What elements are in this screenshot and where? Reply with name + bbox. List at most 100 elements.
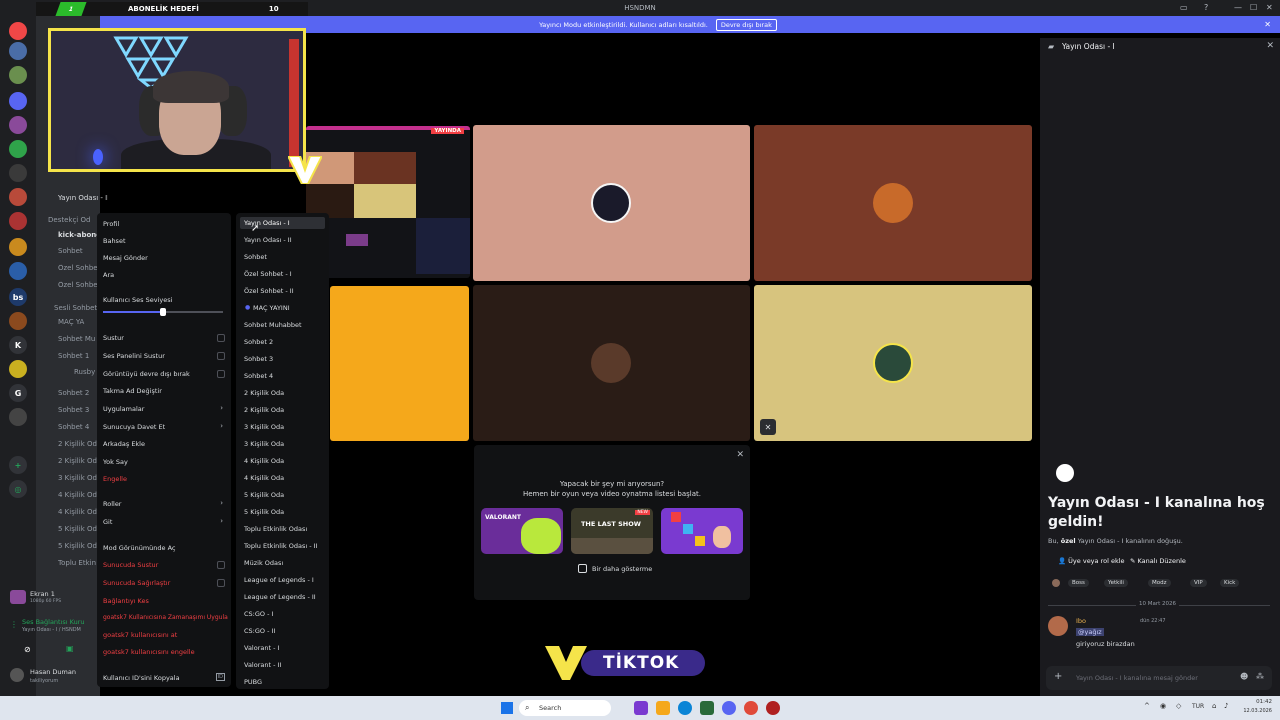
volume-icon[interactable]: ♪ bbox=[1224, 702, 1228, 710]
menu-message[interactable]: Mesaj Gönder bbox=[103, 254, 148, 262]
server-icon[interactable]: K bbox=[9, 336, 27, 354]
move-item[interactable]: Sohbet 2 bbox=[244, 338, 273, 346]
network-icon[interactable]: ⌂ bbox=[1212, 702, 1216, 710]
soundboard-checkbox[interactable] bbox=[217, 352, 225, 360]
move-item[interactable]: Valorant - I bbox=[244, 644, 279, 652]
server-icon[interactable]: bs bbox=[9, 288, 27, 306]
tray-app-icon[interactable]: ◉ bbox=[1160, 702, 1166, 710]
move-item[interactable]: 4 Kişilik Oda bbox=[244, 474, 284, 482]
close-icon[interactable]: ✕ bbox=[1266, 41, 1274, 51]
menu-disable-video[interactable]: Görüntüyü devre dışı bırak bbox=[103, 370, 190, 378]
server-icon[interactable] bbox=[9, 212, 27, 230]
add-role-button[interactable]: 👤 Üye veya rol ekle bbox=[1058, 557, 1125, 565]
game-card-blocks[interactable] bbox=[661, 508, 743, 554]
move-item[interactable]: Toplu Etkinlik Odası bbox=[244, 525, 307, 533]
server-icon[interactable] bbox=[9, 312, 27, 330]
move-item[interactable]: Sohbet 3 bbox=[244, 355, 273, 363]
menu-profile[interactable]: Profil bbox=[103, 220, 119, 228]
menu-server-deafen[interactable]: Sunucuda Sağırlaştır bbox=[103, 579, 170, 587]
participant-tile[interactable] bbox=[473, 285, 750, 441]
discover-icon[interactable]: ◎ bbox=[9, 480, 27, 498]
menu-disconnect[interactable]: Bağlantıyı Kes bbox=[103, 597, 149, 605]
close-button[interactable]: ✕ bbox=[1266, 3, 1273, 12]
server-icon[interactable] bbox=[9, 22, 27, 40]
menu-timeout[interactable]: goatsk7 Kullanıcısına Zamanaşımı Uygula bbox=[103, 614, 228, 621]
role-chip[interactable]: VIP bbox=[1190, 579, 1207, 587]
close-icon[interactable]: ✕ bbox=[1264, 20, 1271, 29]
server-deafen-checkbox[interactable] bbox=[217, 579, 225, 587]
menu-nickname[interactable]: Takma Ad Değiştir bbox=[103, 387, 162, 395]
game-card-last-show[interactable]: THE LAST SHOW NEW bbox=[571, 508, 653, 554]
camera-off-icon[interactable]: ⊘ bbox=[24, 645, 31, 654]
minimize-button[interactable]: — bbox=[1234, 3, 1242, 12]
message-input[interactable]: Yayın Odası - I kanalına mesaj gönder bbox=[1076, 674, 1198, 682]
avatar[interactable] bbox=[10, 668, 24, 682]
menu-mention[interactable]: Bahset bbox=[103, 237, 126, 245]
move-item[interactable]: 3 Kişilik Oda bbox=[244, 423, 284, 431]
menu-kick[interactable]: goatsk7 kullanıcısını at bbox=[103, 631, 177, 639]
move-item[interactable]: Özel Sohbet - II bbox=[244, 287, 294, 295]
screen-share-icon[interactable]: ▣ bbox=[66, 644, 74, 653]
chrome-icon[interactable] bbox=[744, 701, 758, 715]
role-chip[interactable]: Boss bbox=[1068, 579, 1089, 587]
move-item[interactable]: Müzik Odası bbox=[244, 559, 283, 567]
server-icon[interactable] bbox=[9, 262, 27, 280]
server-icon[interactable] bbox=[9, 408, 27, 426]
voice-channel-top[interactable]: Yayın Odası - II bbox=[58, 194, 108, 202]
taskbar-app-icon[interactable] bbox=[634, 701, 648, 715]
participant-tile[interactable] bbox=[473, 125, 750, 281]
participant-tile[interactable] bbox=[330, 286, 469, 441]
add-server-icon[interactable]: + bbox=[9, 456, 27, 474]
dont-show-checkbox[interactable] bbox=[578, 564, 587, 573]
menu-ignore[interactable]: Yok Say bbox=[103, 458, 128, 466]
close-icon[interactable]: ✕ bbox=[736, 450, 744, 460]
menu-mute[interactable]: Sustur bbox=[103, 334, 124, 342]
move-item[interactable]: CS:GO - II bbox=[244, 627, 275, 635]
taskbar-search[interactable]: ⌕ Search bbox=[519, 700, 611, 716]
move-item[interactable]: PUBG bbox=[244, 678, 262, 686]
game-card-valorant[interactable]: VALORANT bbox=[481, 508, 563, 554]
discord-icon[interactable] bbox=[722, 701, 736, 715]
message-input-box[interactable]: + Yayın Odası - I kanalına mesaj gönder … bbox=[1046, 666, 1272, 690]
taskbar-app-icon[interactable] bbox=[700, 701, 714, 715]
role-chip[interactable]: Yetkili bbox=[1104, 579, 1128, 587]
move-item[interactable]: Sohbet bbox=[244, 253, 267, 261]
move-item[interactable]: 2 Kişilik Oda bbox=[244, 389, 284, 397]
disable-streamer-mode-button[interactable]: Devre dışı bırak bbox=[715, 18, 777, 31]
move-item[interactable]: League of Legends - II bbox=[244, 593, 316, 601]
server-icon[interactable] bbox=[9, 238, 27, 256]
menu-apps[interactable]: Uygulamalar bbox=[103, 405, 144, 413]
menu-copy-id[interactable]: Kullanıcı ID'sini Kopyala bbox=[103, 674, 180, 682]
menu-mod-view[interactable]: Mod Görünümünde Aç bbox=[103, 544, 176, 552]
mute-checkbox[interactable] bbox=[217, 334, 225, 342]
folder-icon[interactable] bbox=[656, 701, 670, 715]
menu-add-friend[interactable]: Arkadaş Ekle bbox=[103, 440, 145, 448]
menu-server-mute[interactable]: Sunucuda Sustur bbox=[103, 561, 158, 569]
apps-icon[interactable]: ⁂ bbox=[1256, 672, 1264, 681]
stream-preview-tile[interactable]: YAYINDA bbox=[306, 126, 470, 278]
emoji-icon[interactable]: ☻ bbox=[1240, 672, 1248, 681]
chevron-up-icon[interactable]: ^ bbox=[1144, 702, 1150, 710]
move-item[interactable]: 4 Kişilik Oda bbox=[244, 457, 284, 465]
menu-ban[interactable]: goatsk7 kullanıcısını engelle bbox=[103, 648, 195, 656]
move-item[interactable]: 5 Kişilik Oda bbox=[244, 508, 284, 516]
move-item[interactable]: CS:GO - I bbox=[244, 610, 273, 618]
taskbar-app-icon[interactable] bbox=[766, 701, 780, 715]
windows-start-icon[interactable] bbox=[501, 702, 513, 714]
server-icon[interactable] bbox=[9, 164, 27, 182]
participant-tile[interactable] bbox=[754, 125, 1032, 281]
server-icon[interactable] bbox=[9, 360, 27, 378]
language-label[interactable]: TUR bbox=[1192, 703, 1204, 710]
move-item[interactable]: Özel Sohbet - I bbox=[244, 270, 292, 278]
plus-icon[interactable]: + bbox=[1054, 671, 1062, 682]
menu-invite[interactable]: Sunucuya Davet Et bbox=[103, 423, 165, 431]
server-icon[interactable]: G bbox=[9, 384, 27, 402]
move-item[interactable]: 2 Kişilik Oda bbox=[244, 406, 284, 414]
edit-channel-button[interactable]: ✎ Kanalı Düzenle bbox=[1130, 557, 1186, 565]
help-icon[interactable]: ? bbox=[1204, 3, 1208, 12]
tray-app-icon[interactable]: ◇ bbox=[1176, 702, 1181, 710]
role-chip[interactable]: Kick bbox=[1220, 579, 1240, 587]
server-mute-checkbox[interactable] bbox=[217, 561, 225, 569]
volume-slider-knob[interactable] bbox=[160, 308, 166, 316]
inbox-icon[interactable]: ▭ bbox=[1180, 3, 1188, 12]
